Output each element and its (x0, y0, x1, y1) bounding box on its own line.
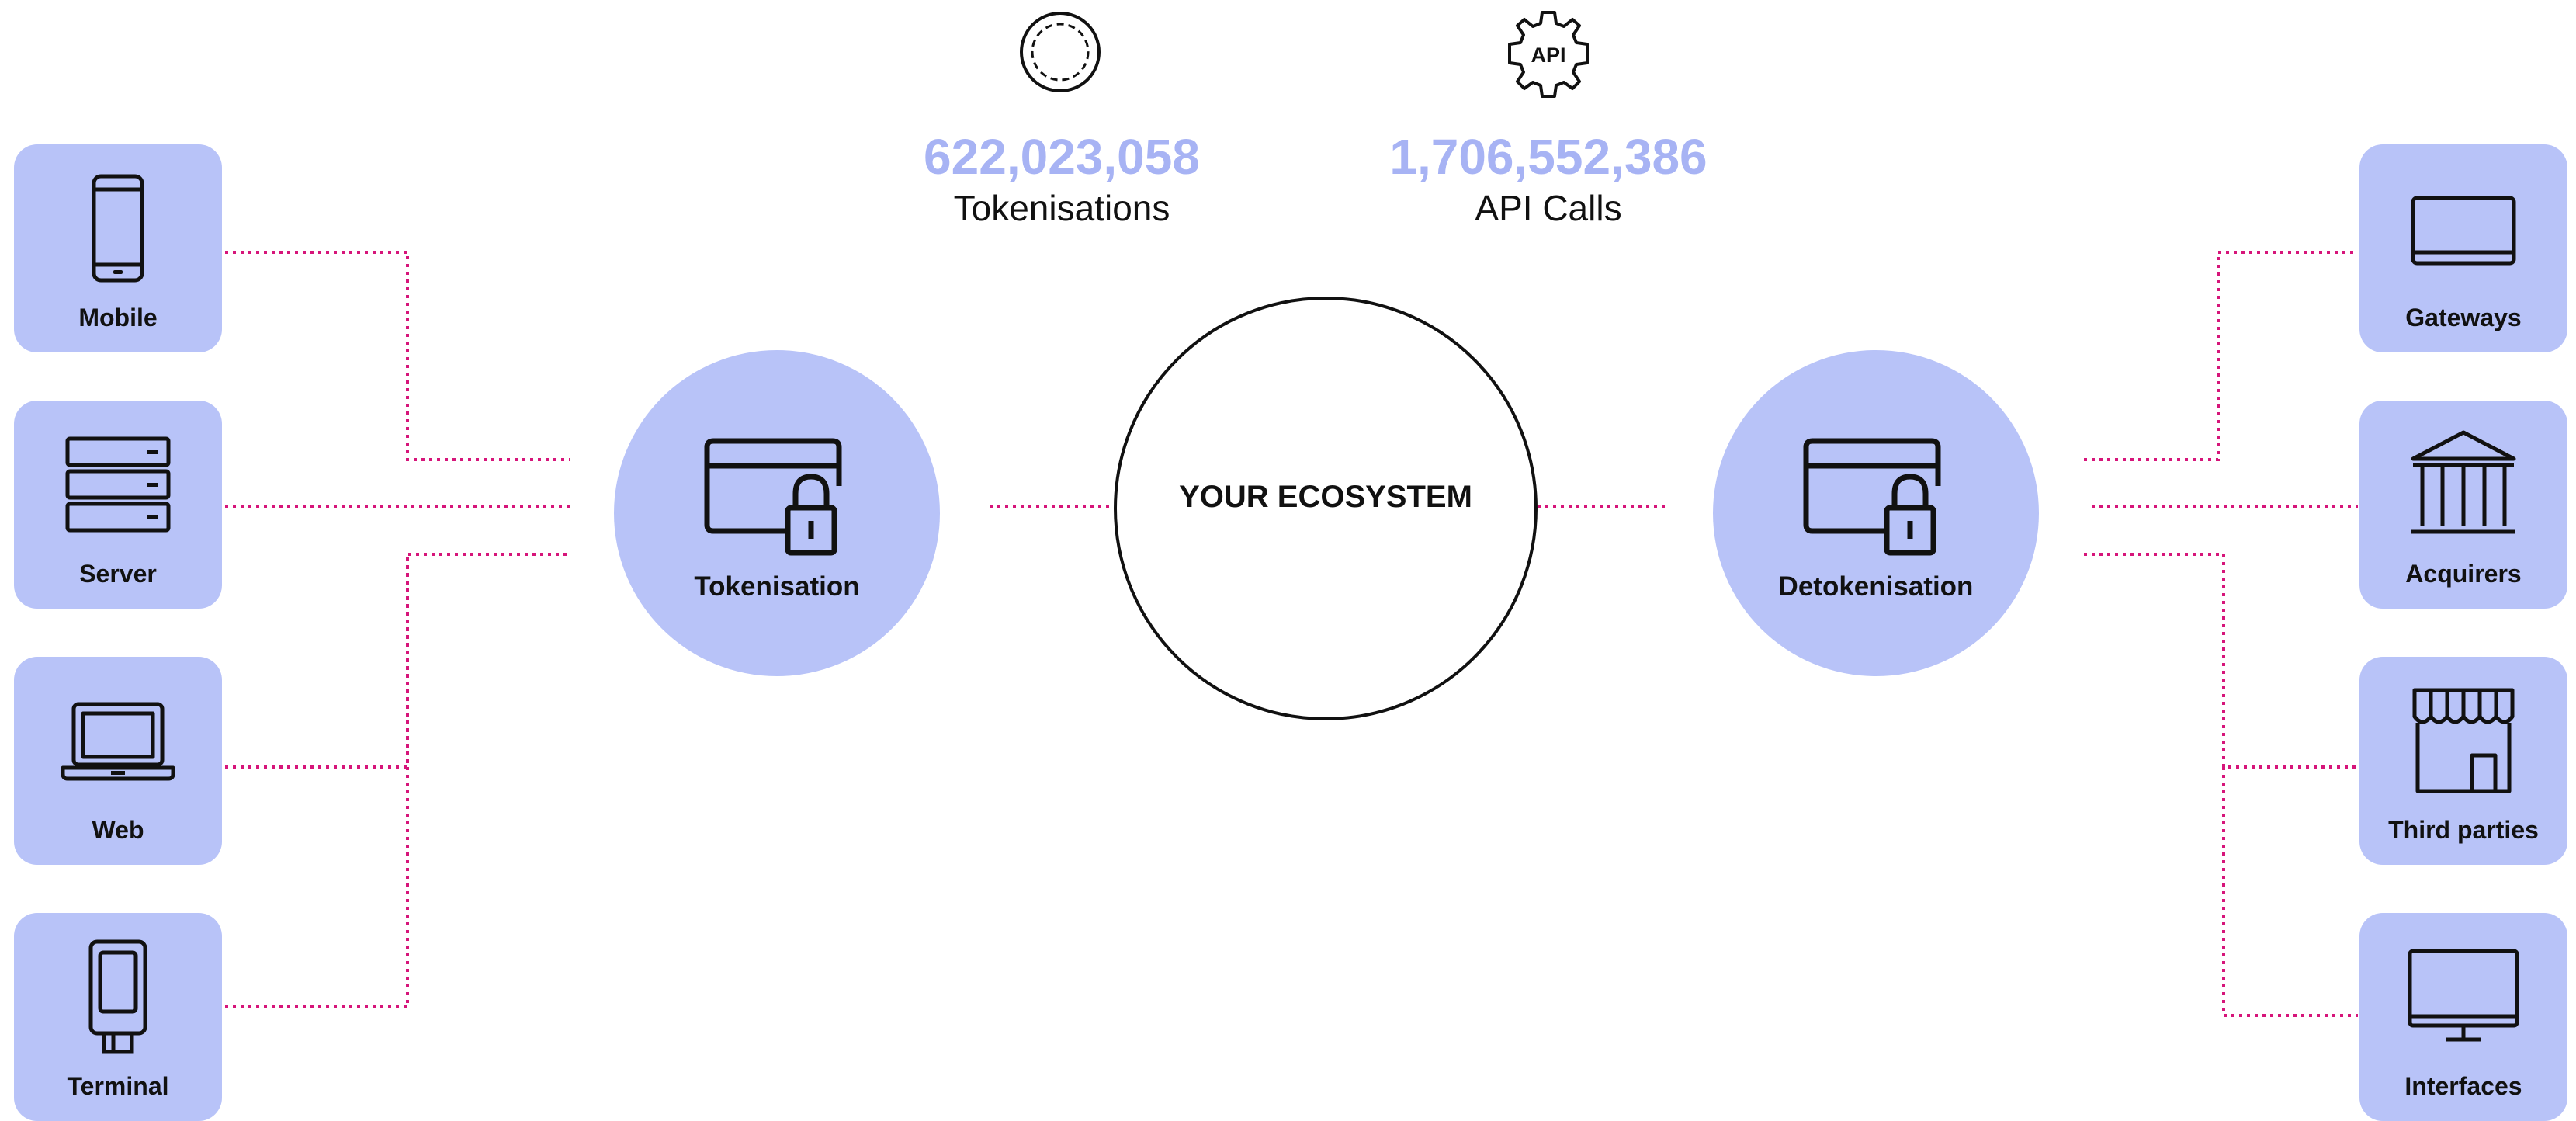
connector-mobile (225, 251, 570, 461)
card-label: Mobile (78, 304, 158, 331)
connector-gateways (2084, 251, 2358, 461)
hub-label: Tokenisation (694, 571, 860, 602)
card-lock-icon (1803, 438, 1941, 556)
card-label: Gateways (2405, 304, 2522, 331)
card-label: Third parties (2388, 816, 2539, 844)
gateway-device-icon (2359, 166, 2567, 290)
ecosystem-label: YOUR ECOSYSTEM (1179, 480, 1472, 514)
stat-caption: API Calls (1475, 188, 1622, 228)
terminal-icon (14, 935, 222, 1059)
source-card-terminal: Terminal (14, 913, 222, 1121)
stat-api-calls: 1,706,552,386 API Calls (1347, 129, 1750, 231)
connector-web (225, 553, 570, 769)
source-card-web: Web (14, 657, 222, 865)
storefront-icon (2359, 678, 2567, 803)
token-circle-icon (1018, 9, 1103, 99)
destination-card-interfaces: Interfaces (2359, 913, 2567, 1121)
api-gear-text: API (1531, 43, 1565, 67)
source-card-server: Server (14, 401, 222, 609)
card-lock-icon (704, 438, 842, 556)
card-label: Web (92, 816, 144, 844)
monitor-icon (2359, 935, 2567, 1059)
connector-terminal (225, 554, 409, 1008)
stat-value: 1,706,552,386 (1389, 129, 1708, 185)
card-label: Interfaces (2404, 1072, 2522, 1100)
hub-label: Detokenisation (1778, 571, 1974, 602)
source-card-mobile: Mobile (14, 144, 222, 352)
tokenisation-hub: Tokenisation (614, 350, 940, 676)
destination-card-gateways: Gateways (2359, 144, 2567, 352)
api-gear-icon: API (1502, 8, 1595, 105)
stat-value: 622,023,058 (924, 129, 1200, 185)
destination-card-acquirers: Acquirers (2359, 401, 2567, 609)
bank-icon (2359, 422, 2567, 547)
card-label: Acquirers (2405, 560, 2522, 588)
destination-card-third-parties: Third parties (2359, 657, 2567, 865)
server-icon (14, 422, 222, 547)
connector-third-parties (2084, 553, 2358, 769)
mobile-phone-icon (14, 166, 222, 290)
connector-interfaces (2222, 767, 2358, 1017)
ecosystem-circle: YOUR ECOSYSTEM (1114, 297, 1538, 720)
detokenisation-hub: Detokenisation (1713, 350, 2039, 676)
card-label: Server (79, 560, 157, 588)
laptop-icon (14, 678, 222, 803)
stat-caption: Tokenisations (953, 188, 1170, 228)
stat-tokenisations: 622,023,058 Tokenisations (860, 129, 1264, 231)
card-label: Terminal (67, 1072, 169, 1100)
